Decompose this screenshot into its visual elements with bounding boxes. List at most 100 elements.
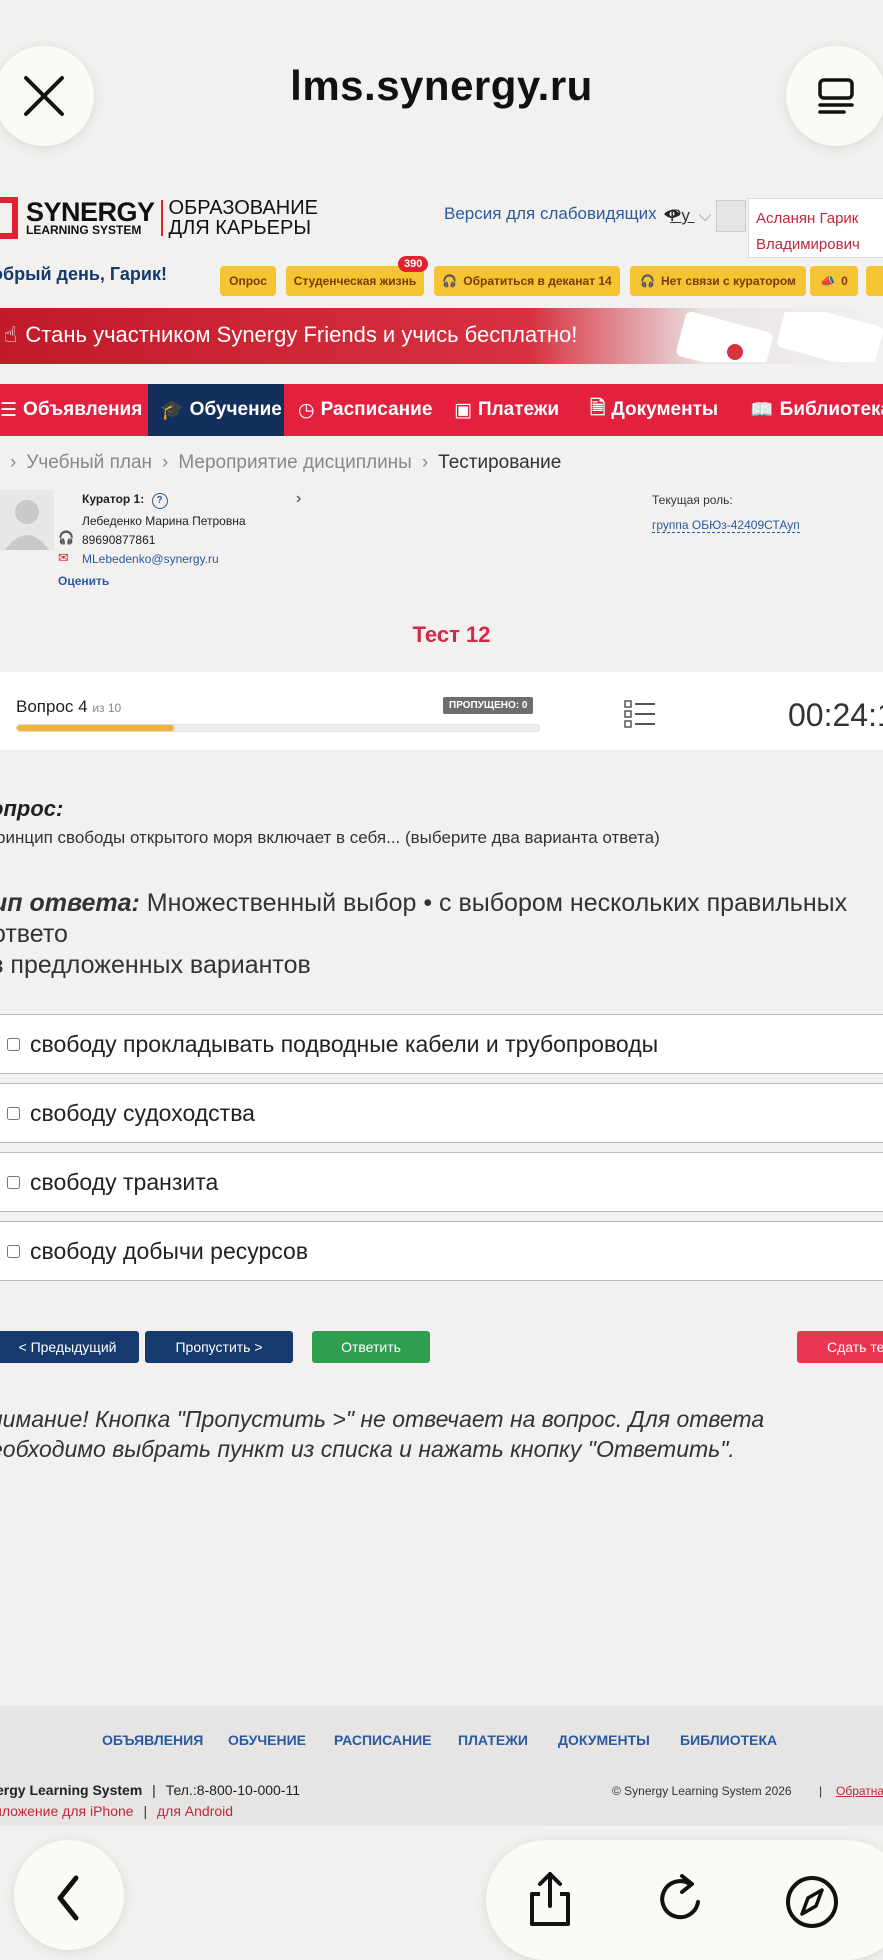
answer-option[interactable]: свободу судоходства <box>0 1083 883 1143</box>
tabs-icon <box>818 78 854 114</box>
submit-test-button[interactable]: Сдать тес <box>797 1331 883 1363</box>
previous-button[interactable]: < Предыдущий <box>0 1331 139 1363</box>
user-name-middle: Владимирович <box>756 236 860 253</box>
breadcrumb-separator: › <box>421 452 429 473</box>
question-counter: Вопрос 4 из 10 <box>16 697 121 717</box>
progress-fill <box>17 725 174 731</box>
nav-label-announcements: Объявления <box>23 399 143 420</box>
feedback-link[interactable]: Обратна <box>836 1784 883 1798</box>
chevron-down-icon: ⌵ <box>698 206 712 225</box>
breadcrumb-event[interactable]: Мероприятие дисциплины <box>178 452 412 474</box>
warning-line-2: еобходимо выбрать пункт из списка и нажа… <box>0 1436 735 1462</box>
language-select[interactable]: Ру ⌵ <box>670 206 711 226</box>
answer-button[interactable]: Ответить <box>312 1331 430 1363</box>
nav-label-payments: Платежи <box>477 399 560 420</box>
nav-item-study[interactable]: 🎓 Обучение <box>160 384 282 436</box>
address-bar-url[interactable]: lms.synergy.ru <box>0 62 883 110</box>
question-total: из 10 <box>92 701 122 715</box>
answer-checkbox[interactable] <box>7 1106 20 1120</box>
breadcrumb-plan[interactable]: Учебный план <box>26 452 152 474</box>
footer-link-documents[interactable]: ДОКУМЕНТЫ <box>558 1732 650 1748</box>
curator-phone: 89690877861 <box>82 533 156 547</box>
compass-icon[interactable] <box>782 1868 842 1928</box>
nav-item-schedule[interactable]: ◷ Расписание <box>298 384 432 436</box>
logo-main-text: SYNERGY <box>26 197 155 227</box>
nav-item-library[interactable]: 📖 Библиотека <box>750 384 883 436</box>
list-icon: ☰ <box>0 399 18 421</box>
nav-item-announcements[interactable]: ☰ Объявления <box>0 384 142 436</box>
footer-link-payments[interactable]: ПЛАТЕЖИ <box>458 1732 528 1748</box>
footer-link-study[interactable]: ОБУЧЕНИЕ <box>228 1732 306 1748</box>
answer-type-text-2: з предложенных вариантов <box>0 951 311 979</box>
answer-option-label: свободу транзита <box>30 1168 219 1195</box>
logo-divider <box>160 200 163 236</box>
answer-type-label: ип ответа: <box>0 889 140 917</box>
answer-option[interactable]: свободу прокладывать подводные кабели и … <box>0 1014 883 1074</box>
answer-type: ип ответа: Множественный выбор • с выбор… <box>0 888 883 981</box>
nav-item-payments[interactable]: ▣ Платежи <box>454 384 559 436</box>
footer-link-library[interactable]: БИБЛИОТЕКА <box>680 1732 777 1748</box>
logo-mark <box>0 197 18 239</box>
list-icon <box>624 700 655 728</box>
progress-bar <box>16 724 540 732</box>
question-panel <box>0 672 883 750</box>
footer-link-announcements[interactable]: ОБЪЯВЛЕНИЯ <box>102 1732 203 1748</box>
answer-checkbox[interactable] <box>7 1244 20 1258</box>
answer-checkbox[interactable] <box>7 1037 20 1051</box>
footer-company-name: ergy Learning System <box>0 1782 143 1798</box>
answer-option[interactable]: свободу транзита <box>0 1152 883 1212</box>
extra-chip[interactable] <box>866 266 883 296</box>
skipped-badge: ПРОПУЩЕНО: 0 <box>443 697 534 714</box>
share-icon[interactable] <box>520 1868 580 1928</box>
announcements-chip[interactable]: 📣 0 <box>810 266 858 296</box>
question-heading: опрос: <box>0 796 64 821</box>
copyright-text: © Synergy Learning System 2026 <box>612 1784 792 1798</box>
help-icon[interactable]: ? <box>151 493 168 509</box>
language-value: Ру <box>670 206 690 225</box>
survey-chip[interactable]: Опрос <box>220 266 276 296</box>
curator-email[interactable]: MLebedenko@synergy.ru <box>82 552 219 566</box>
curator-name: Лебеденко Марина Петровна <box>82 514 246 528</box>
site-logo[interactable]: SYNERGY LEARNING SYSTEM ОБРАЗОВАНИЕ ДЛЯ … <box>0 197 318 239</box>
greeting: обрый день, Гарик! <box>0 264 167 284</box>
user-name[interactable]: Асланян Гарик Владимирович <box>756 206 876 258</box>
question-text: ринцип свободы открытого моря включает в… <box>0 828 660 847</box>
iphone-app-link[interactable]: иложение для iPhone <box>0 1803 134 1819</box>
reload-icon[interactable] <box>650 1868 710 1928</box>
answer-checkbox[interactable] <box>7 1175 20 1189</box>
nav-label-documents: Документы <box>611 399 719 420</box>
headset-icon: 🎧 <box>442 274 458 288</box>
banner-text: ☝ Стань участником Synergy Friends и учис… <box>4 322 577 348</box>
mail-icon: ✉ <box>58 550 69 565</box>
dean-chip[interactable]: 🎧 Обратиться в деканат 14 <box>434 266 620 296</box>
curator-chip[interactable]: 🎧 Нет связи с куратором <box>630 266 806 296</box>
answer-option[interactable]: свободу добычи ресурсов <box>0 1221 883 1281</box>
accessibility-link[interactable]: Версия для слабовидящих <box>444 204 681 224</box>
logo-tagline-1: ОБРАЗОВАНИЕ <box>168 197 318 219</box>
footer-link-schedule[interactable]: РАСПИСАНИЕ <box>334 1732 432 1748</box>
user-avatar[interactable] <box>716 200 746 232</box>
nav-item-documents[interactable]: 🗎 Документы <box>590 384 718 436</box>
footer-company: ergy Learning System | Тел.:8-800-10-000… <box>0 1782 300 1798</box>
megaphone-icon: 📣 <box>820 274 836 288</box>
back-button[interactable] <box>14 1840 124 1950</box>
book-icon: 📖 <box>750 400 774 421</box>
document-icon: 🗎 <box>590 398 606 419</box>
role-select[interactable]: группа ОБЮз-42409СТАуп <box>652 518 800 533</box>
question-list-button[interactable] <box>624 700 656 733</box>
tabs-button[interactable] <box>786 46 883 146</box>
answer-option-label: свободу добычи ресурсов <box>30 1237 309 1264</box>
chevron-right-icon[interactable]: › <box>296 490 301 508</box>
announcements-count: 0 <box>841 274 848 288</box>
footer-copyright: © Synergy Learning System 2026 | <box>612 1784 823 1798</box>
hand-icon: ☝ <box>4 322 18 347</box>
role-label: Текущая роль: <box>652 493 733 507</box>
headset-icon: 🎧 <box>640 274 655 288</box>
curator-chip-label: Нет связи с куратором <box>661 274 796 288</box>
android-app-link[interactable]: для Android <box>157 1803 233 1819</box>
skip-button[interactable]: Пропустить > <box>145 1331 293 1363</box>
curator-label-text: Куратор 1: <box>82 492 145 506</box>
rate-curator-link[interactable]: Оценить <box>58 574 109 588</box>
curator-label: Куратор 1: ? <box>82 492 168 509</box>
banner-label: Стань участником Synergy Friends и учись… <box>25 322 578 347</box>
